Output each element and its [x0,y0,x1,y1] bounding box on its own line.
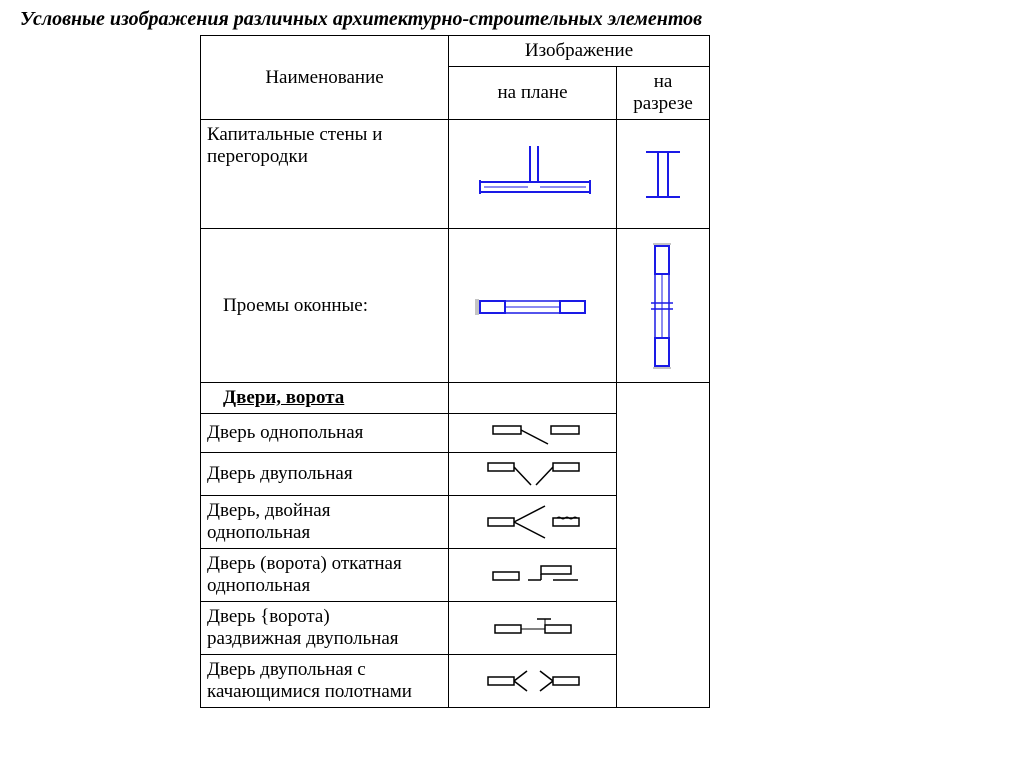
door-sliding-double-icon [473,613,593,643]
row-windows-name: Проемы оконные: [201,229,449,383]
window-section-icon [643,241,683,371]
row-doors-heading: Двери, ворота [201,383,449,414]
row-d6-plan [449,655,617,708]
row-d6-name: Дверь двупольная скачающимися полотнами [201,655,449,708]
header-section: на разрезе [617,67,710,120]
header-image: Изображение [449,36,710,67]
row-windows-section [617,229,710,383]
door-double-icon [473,457,593,491]
window-plan-icon [470,291,595,321]
row-d2-plan [449,453,617,496]
row-d3-plan [449,496,617,549]
row-doors-section [617,383,710,708]
row-walls-name: Капитальные стены и перегородки [201,120,449,229]
row-d1-plan [449,414,617,453]
row-d5-name: Дверь {ворота)раздвижная двупольная [201,602,449,655]
row-doors-heading-plan [449,383,617,414]
door-dbl-single-icon [473,500,593,544]
symbols-table: Наименование Изображение на плане на раз… [200,35,710,708]
row-d4-name: Дверь (ворота) откатнаяоднопольная [201,549,449,602]
row-walls-plan [449,120,617,229]
row-d3-name: Дверь, двойнаяоднопольная [201,496,449,549]
row-d1-name: Дверь однопольная [201,414,449,453]
wall-section-icon [638,147,688,202]
row-walls-section [617,120,710,229]
row-d4-plan [449,549,617,602]
header-plan: на плане [449,67,617,120]
row-windows-plan [449,229,617,383]
page-title: Условные изображения различных архитекту… [20,8,1024,31]
wall-plan-icon [470,144,595,204]
door-single-icon [473,418,593,448]
row-d2-name: Дверь двупольная [201,453,449,496]
row-d5-plan [449,602,617,655]
header-name: Наименование [201,36,449,120]
door-sliding-single-icon [473,558,593,592]
door-swing-double-icon [473,663,593,699]
